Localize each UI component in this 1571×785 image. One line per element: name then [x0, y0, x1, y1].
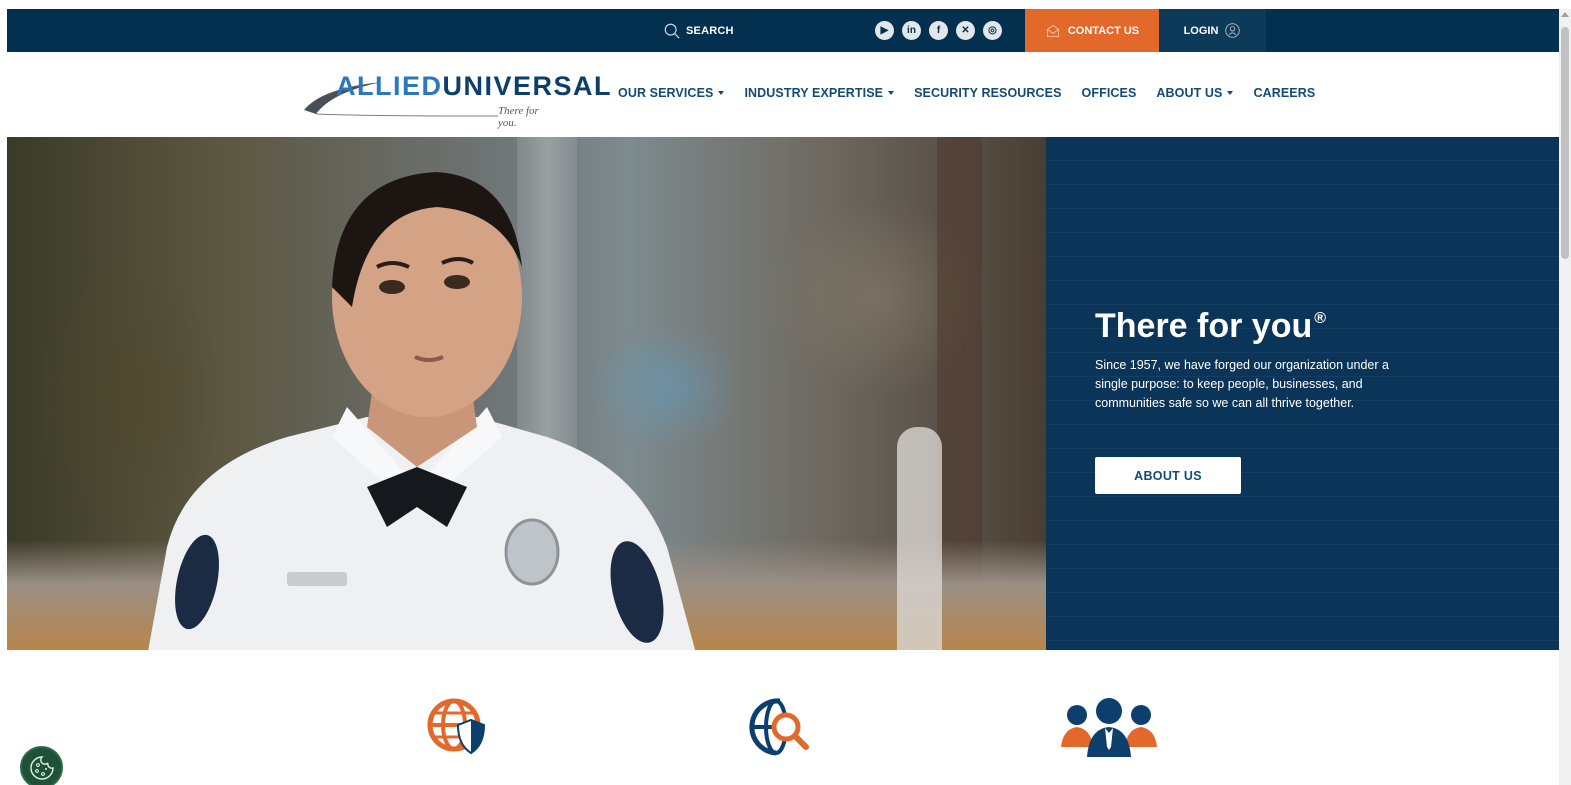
hero-title-text: There for you	[1095, 307, 1313, 345]
hero-panel: There for you ® Since 1957, we have forge…	[1046, 137, 1559, 650]
youtube-icon[interactable]: ▶	[875, 21, 894, 40]
nav-careers[interactable]: CAREERS	[1253, 86, 1315, 100]
nav-label: ABOUT US	[1156, 86, 1223, 100]
logo-wordmark: ALLIEDUNIVERSAL	[336, 71, 612, 102]
hero-description: Since 1957, we have forged our organizat…	[1095, 358, 1389, 410]
linkedin-icon[interactable]: in	[902, 21, 921, 40]
logo-tagline: There for you.	[498, 105, 539, 129]
nav-label: CAREERS	[1253, 86, 1316, 100]
x-icon[interactable]: ✕	[956, 21, 975, 40]
contact-us-button[interactable]: CONTACT US	[1025, 9, 1159, 52]
logo-universal: UNIVERSAL	[442, 71, 613, 101]
nav-offices[interactable]: OFFICES	[1082, 86, 1137, 100]
envelope-icon	[1046, 24, 1059, 37]
scroll-up-arrow-icon[interactable]	[1561, 12, 1569, 17]
main-nav: OUR SERVICES INDUSTRY EXPERTISE SECURITY…	[618, 86, 1315, 100]
allied-universal-logo[interactable]: ALLIEDUNIVERSAL There for you.	[302, 70, 611, 129]
facebook-icon[interactable]: f	[929, 21, 948, 40]
nav-our-services[interactable]: OUR SERVICES	[618, 86, 725, 100]
scrollbar-thumb[interactable]	[1561, 27, 1569, 259]
nav-about-us[interactable]: ABOUT US	[1156, 86, 1234, 100]
caret-down-icon	[888, 91, 895, 95]
security-officer-figure	[148, 172, 696, 650]
cookie-icon	[29, 755, 54, 780]
nav-label: INDUSTRY EXPERTISE	[744, 86, 884, 100]
login-button[interactable]: LOGIN	[1159, 9, 1266, 52]
nav-label: SECURITY RESOURCES	[914, 86, 1062, 100]
instagram-icon[interactable]: ◎	[983, 21, 1002, 40]
team-icon	[1061, 697, 1157, 757]
nav-security-resources[interactable]: SECURITY RESOURCES	[914, 86, 1061, 100]
nav-label: OUR SERVICES	[618, 86, 714, 100]
search-icon	[664, 23, 680, 39]
top-utility-bar: SEARCH ▶ in f ✕ ◎ CONTACT US LOGIN	[7, 9, 1559, 52]
page-scrollbar[interactable]	[1559, 9, 1571, 785]
globe-shield-icon	[426, 695, 490, 759]
contact-us-label: CONTACT US	[1067, 24, 1140, 37]
caret-down-icon	[1227, 91, 1234, 95]
registered-mark: ®	[1314, 310, 1327, 327]
social-links: ▶ in f ✕ ◎	[875, 21, 1002, 40]
nav-label: OFFICES	[1081, 86, 1137, 100]
hero-title: There for you ®	[1095, 307, 1326, 346]
search-button[interactable]: SEARCH	[663, 9, 734, 52]
search-label: SEARCH	[686, 24, 734, 37]
hero-image	[7, 137, 1046, 650]
nav-industry-expertise[interactable]: INDUSTRY EXPERTISE	[744, 86, 895, 100]
logo-allied: ALLIED	[336, 71, 443, 101]
globe-search-icon	[746, 695, 810, 759]
about-us-button[interactable]: ABOUT US	[1095, 457, 1241, 494]
user-icon	[1225, 23, 1241, 38]
login-label: LOGIN	[1183, 24, 1219, 37]
caret-down-icon	[718, 91, 725, 95]
cookie-settings-button[interactable]	[20, 746, 63, 785]
